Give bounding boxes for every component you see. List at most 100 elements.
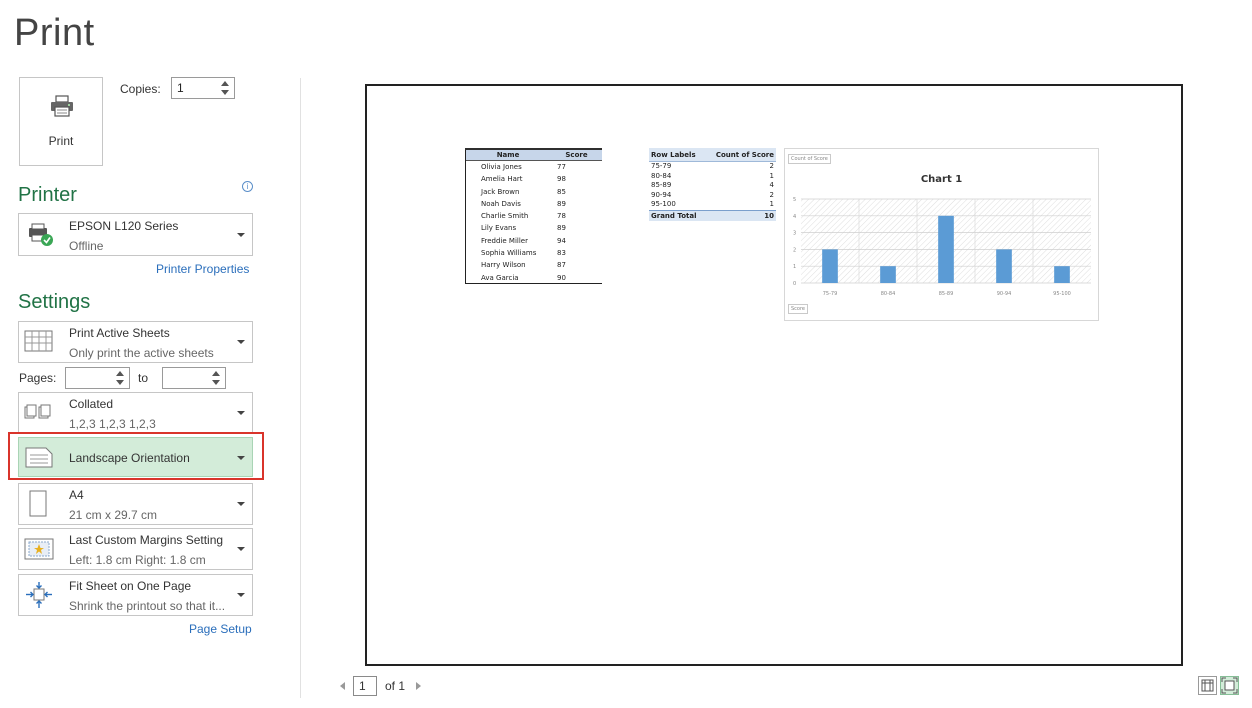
y-tick-label: 4 <box>793 214 796 220</box>
printer-properties-link[interactable]: Printer Properties <box>156 262 249 276</box>
zoom-to-page-button[interactable] <box>1220 676 1239 695</box>
printer-heading: Printer <box>18 184 77 206</box>
paper-size-subtitle: 21 cm x 29.7 cm <box>69 508 158 522</box>
preview-score-table: Name Score Olivia Jones 77 Amelia Hart 98 … <box>465 148 602 284</box>
table-header: Name Score <box>465 150 602 161</box>
current-page-input[interactable]: 1 <box>353 676 377 696</box>
table-row: Ava Garcia 90 <box>465 272 602 284</box>
pages-to-label: to <box>138 371 149 385</box>
copies-stepper[interactable]: 1 <box>171 77 235 99</box>
print-button-label: Print <box>48 134 74 148</box>
pages-label: Pages: <box>19 371 57 385</box>
stepper-arrows-icon[interactable] <box>115 369 125 387</box>
chart-bar <box>822 249 838 283</box>
table-row: Harry Wilson 87 <box>481 261 566 270</box>
collation-title: Collated <box>69 397 114 411</box>
pivot-total-row: Grand Total 10 <box>649 209 776 221</box>
preview-chart: Count of Score Chart 1 0 1 2 3 4 5 75-79 80-84 8… <box>784 148 1099 321</box>
pivot-row: 85-89 4 <box>651 181 774 189</box>
x-tick-label: 85-89 <box>939 291 954 297</box>
paper-size-icon <box>28 489 48 524</box>
copies-label: Copies: <box>120 82 161 96</box>
paper-size-title: A4 <box>69 488 84 502</box>
collated-icon <box>24 402 54 427</box>
chart-bar <box>880 266 896 283</box>
fit-page-icon <box>24 581 54 614</box>
pivot-header-row-labels: Row Labels <box>651 151 696 159</box>
chevron-down-icon <box>237 411 245 415</box>
table-row: Freddie Miller 94 <box>481 236 566 245</box>
chevron-down-icon <box>237 547 245 551</box>
chart-plot: 0 1 2 3 4 5 75-79 80-84 85-89 90-94 95-100 <box>793 197 1091 297</box>
panel-divider <box>300 78 301 698</box>
sheets-grid-icon <box>24 329 54 360</box>
preview-pivot-table: Row Labels Count of Score 75-79 2 80-84 1 … <box>649 148 776 221</box>
y-tick-label: 0 <box>793 281 796 287</box>
y-tick-label: 3 <box>793 231 796 237</box>
x-tick-label: 95-100 <box>1053 291 1071 297</box>
chart-bar <box>938 215 954 283</box>
printer-dropdown[interactable]: EPSON L120 Series Offline <box>18 213 253 256</box>
table-header-score: Score <box>565 151 588 159</box>
table-row: Charlie Smith 78 <box>481 212 566 221</box>
chevron-down-icon <box>237 502 245 506</box>
printer-icon <box>49 94 75 123</box>
collation-subtitle: 1,2,3 1,2,3 1,2,3 <box>69 417 156 431</box>
chevron-down-icon <box>237 233 245 237</box>
chart-bar <box>1054 266 1070 283</box>
next-page-icon[interactable] <box>416 682 421 690</box>
settings-heading: Settings <box>18 291 91 313</box>
pages-from-input[interactable] <box>65 367 130 389</box>
x-tick-label: 75-79 <box>823 291 838 297</box>
pivot-row: 80-84 1 <box>651 171 774 180</box>
copies-value: 1 <box>177 81 184 95</box>
scaling-title: Fit Sheet on One Page <box>69 579 192 593</box>
info-icon[interactable]: i <box>242 181 253 192</box>
pivot-header-count: Count of Score <box>715 151 774 159</box>
margins-icon <box>24 537 54 566</box>
page-count: of 1 <box>385 679 406 693</box>
x-tick-label: 80-84 <box>881 291 896 297</box>
margins-dropdown[interactable]: Last Custom Margins Setting Left: 1.8 cm… <box>18 528 253 570</box>
chart-axis-field-button: Score <box>788 304 809 314</box>
pivot-row: 75-79 2 <box>651 162 774 170</box>
printer-status: Offline <box>69 239 104 253</box>
zoom-to-page-icon <box>1221 677 1238 698</box>
collation-dropdown[interactable]: Collated 1,2,3 1,2,3 1,2,3 <box>18 392 253 434</box>
printer-status-icon <box>24 222 56 253</box>
y-tick-label: 2 <box>793 247 796 253</box>
print-preview-page: Name Score Olivia Jones 77 Amelia Hart 98 … <box>365 84 1183 666</box>
table-row: Olivia Jones 77 <box>481 163 566 171</box>
scaling-dropdown[interactable]: Fit Sheet on One Page Shrink the printou… <box>18 574 253 616</box>
margins-subtitle: Left: 1.8 cm Right: 1.8 cm <box>69 553 206 567</box>
pivot-row: 95-100 1 <box>651 200 774 208</box>
table-row: Noah Davis 89 <box>481 199 566 208</box>
show-margins-button[interactable] <box>1198 676 1217 695</box>
print-what-title: Print Active Sheets <box>69 326 170 340</box>
table-row: Amelia Hart 98 <box>481 175 566 184</box>
print-what-dropdown[interactable]: Print Active Sheets Only print the activ… <box>18 321 253 363</box>
table-row: Jack Brown 85 <box>481 187 566 196</box>
scaling-subtitle: Shrink the printout so that it... <box>69 599 226 613</box>
orientation-highlight <box>8 432 264 480</box>
y-tick-label: 5 <box>793 197 796 203</box>
show-margins-icon <box>1199 679 1216 698</box>
stepper-arrows-icon[interactable] <box>220 79 230 97</box>
paper-size-dropdown[interactable]: A4 21 cm x 29.7 cm <box>18 483 253 525</box>
page-setup-link[interactable]: Page Setup <box>189 622 252 636</box>
table-row: Lily Evans 89 <box>481 224 566 233</box>
stepper-arrows-icon[interactable] <box>211 369 221 387</box>
table-header-name: Name <box>496 151 520 159</box>
margins-title: Last Custom Margins Setting <box>69 533 224 547</box>
print-what-subtitle: Only print the active sheets <box>69 346 214 360</box>
pages-to-input[interactable] <box>162 367 226 389</box>
previous-page-icon[interactable] <box>340 682 345 690</box>
print-button[interactable]: Print <box>19 77 103 166</box>
x-tick-label: 90-94 <box>997 291 1012 297</box>
printer-name: EPSON L120 Series <box>69 219 179 233</box>
page-title: Print <box>14 12 95 54</box>
chevron-down-icon <box>237 340 245 344</box>
chevron-down-icon <box>237 593 245 597</box>
y-tick-label: 1 <box>793 264 796 270</box>
chart-bar <box>996 249 1012 283</box>
